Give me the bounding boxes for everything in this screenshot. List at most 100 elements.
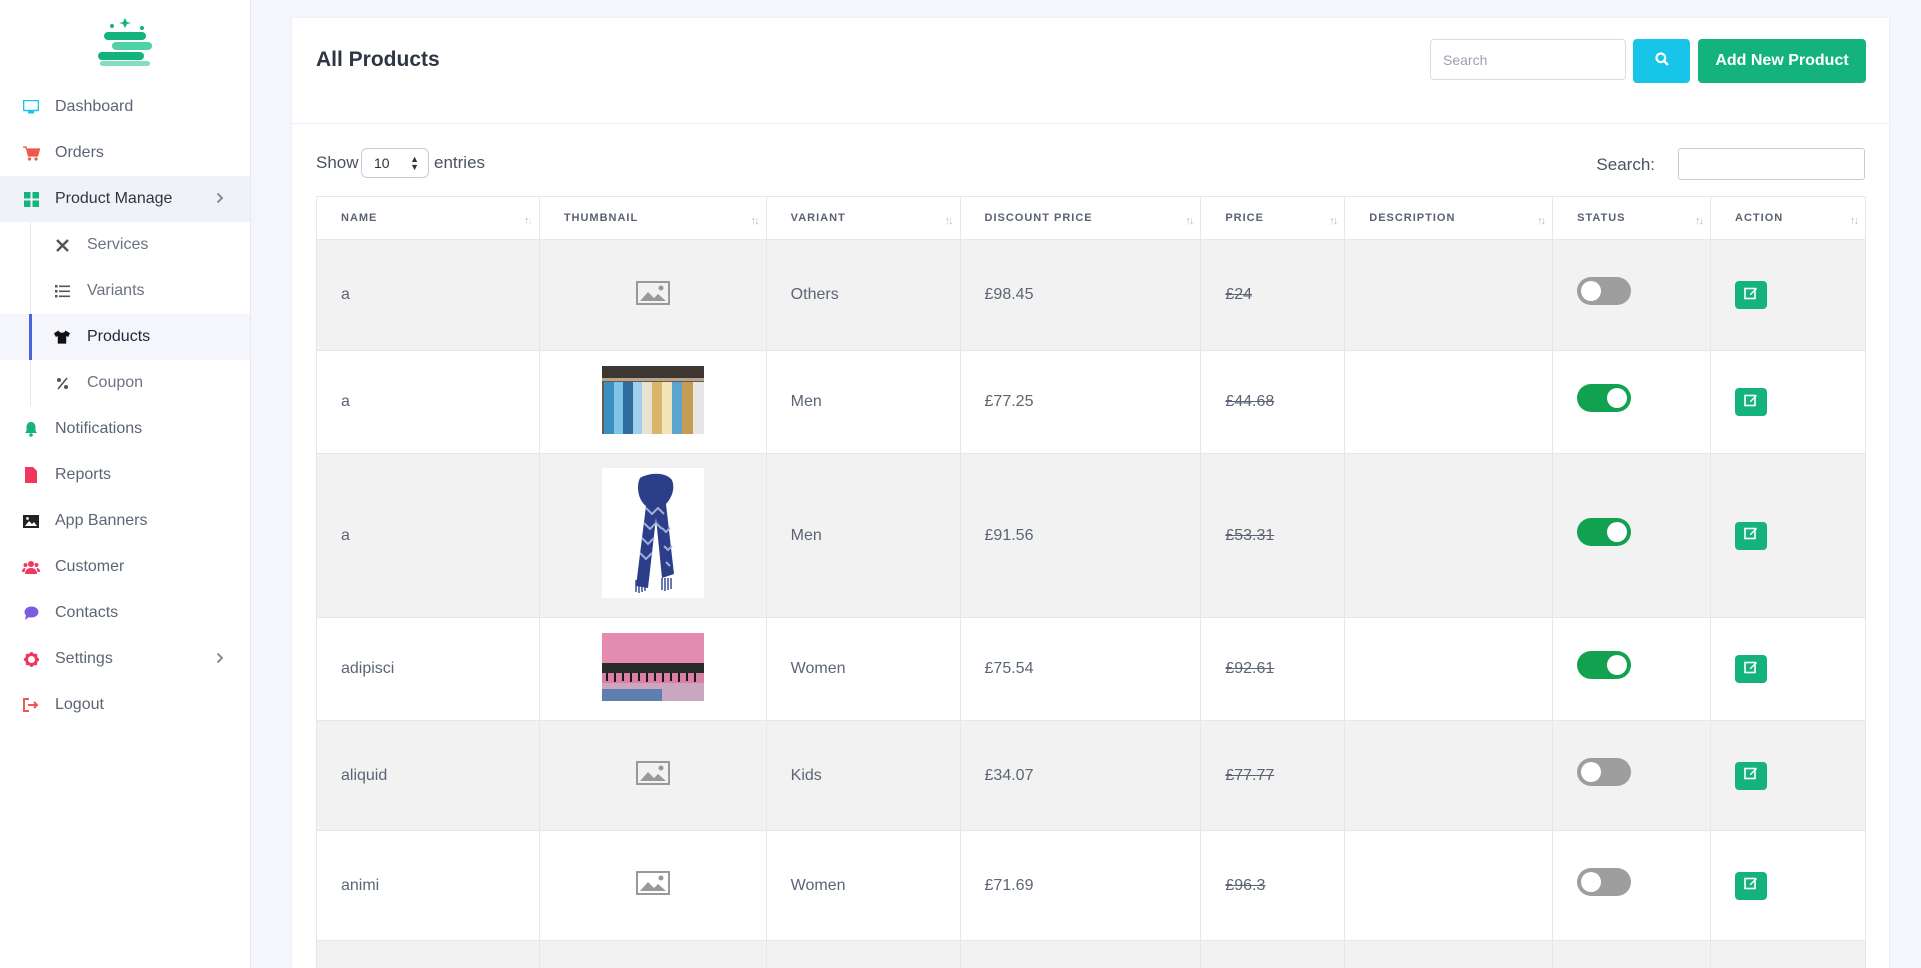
image-icon xyxy=(22,512,40,530)
sidebar-item-label: Settings xyxy=(55,650,113,667)
sort-icon: ↑↓ xyxy=(750,215,760,227)
sidebar-item-label: Orders xyxy=(55,144,104,161)
cell-description xyxy=(1344,617,1554,721)
edit-button[interactable] xyxy=(1735,761,1768,790)
cell-name: animi xyxy=(316,830,540,941)
cell-action xyxy=(1710,720,1866,831)
edit-button[interactable] xyxy=(1735,388,1768,416)
sidebar-item-orders[interactable]: Orders xyxy=(0,130,250,176)
cell-discount-price: £98.45 xyxy=(959,239,1202,351)
sort-icon: ↑↓ xyxy=(1537,215,1546,227)
column-header-discount-price[interactable]: Discount Price ↑↓ xyxy=(959,196,1202,240)
edit-icon xyxy=(1744,660,1758,679)
status-toggle[interactable] xyxy=(1577,517,1632,546)
search-button[interactable] xyxy=(1633,39,1690,83)
cell-action xyxy=(1710,617,1866,721)
sidebar-item-logout[interactable]: Logout xyxy=(0,682,250,728)
cell-price: £77.77 xyxy=(1200,720,1346,831)
sidebar-menu: Dashboard Orders Product Manage Services… xyxy=(0,84,250,728)
sidebar-item-label: Services xyxy=(87,236,149,253)
cart-icon xyxy=(22,144,40,162)
column-header-action[interactable]: Action ↑↓ xyxy=(1710,196,1866,240)
status-toggle[interactable] xyxy=(1577,867,1632,896)
sidebar-item-label: Customer xyxy=(55,558,125,575)
status-toggle[interactable] xyxy=(1577,277,1632,305)
table-row: aliquid Kids £34.07 £77.77 xyxy=(316,720,1866,831)
column-header-description[interactable]: Description ↑↓ xyxy=(1344,196,1554,240)
column-header-name[interactable]: Name ↑↓ xyxy=(316,196,540,240)
column-header-status[interactable]: Status ↑↓ xyxy=(1552,196,1712,240)
table-row xyxy=(316,940,1866,968)
toggle-knob xyxy=(1607,388,1628,408)
sidebar-item-customer[interactable]: Customer xyxy=(0,544,250,590)
column-header-variant[interactable]: Variant ↑↓ xyxy=(765,196,961,240)
brand-logo[interactable] xyxy=(0,0,250,84)
cell-description xyxy=(1344,350,1554,454)
edit-button[interactable] xyxy=(1735,281,1768,309)
cell-variant: Men xyxy=(765,453,961,618)
cell-variant: Men xyxy=(765,350,961,454)
image-placeholder-icon xyxy=(635,280,670,309)
bell-icon xyxy=(22,420,40,438)
cell-price: £96.3 xyxy=(1200,830,1346,941)
column-header-thumbnail[interactable]: Thumbnail ↑↓ xyxy=(538,196,767,240)
table-search-input[interactable] xyxy=(1678,148,1865,180)
sidebar-item-app-banners[interactable]: App Banners xyxy=(0,498,250,544)
cell-variant: Kids xyxy=(765,720,961,831)
cell-discount-price: £71.69 xyxy=(959,830,1202,941)
image-placeholder-icon xyxy=(635,871,670,899)
sidebar: Dashboard Orders Product Manage Services… xyxy=(0,0,251,968)
entries-select[interactable]: 10 ▲ ▼ xyxy=(361,148,429,178)
monitor-icon xyxy=(22,98,40,116)
sidebar-item-label: Reports xyxy=(55,466,112,483)
sidebar-item-coupon[interactable]: Coupon xyxy=(0,360,250,406)
edit-icon xyxy=(1744,766,1758,785)
products-table: Name ↑↓ Thumbnail ↑↓ Variant ↑↓ Discount Pr… xyxy=(316,196,1866,968)
cell-description xyxy=(1344,453,1554,618)
sidebar-item-label: Notifications xyxy=(55,420,143,437)
sidebar-item-variants[interactable]: Variants xyxy=(0,268,250,314)
sidebar-item-settings[interactable]: Settings xyxy=(0,636,250,682)
cell-description xyxy=(1344,239,1554,351)
search-input[interactable] xyxy=(1430,39,1626,80)
cell-price: £24 xyxy=(1200,239,1346,351)
sidebar-item-services[interactable]: Services xyxy=(0,222,250,268)
edit-button[interactable] xyxy=(1735,521,1768,550)
add-new-product-button[interactable]: Add New Product xyxy=(1698,39,1866,83)
sidebar-item-label: Variants xyxy=(87,282,145,299)
status-toggle[interactable] xyxy=(1577,757,1632,786)
cell-thumbnail xyxy=(538,720,767,831)
cell-thumbnail xyxy=(538,350,767,454)
cell-thumbnail xyxy=(538,239,767,351)
sidebar-item-products[interactable]: Products xyxy=(0,314,250,360)
tools-icon xyxy=(54,237,70,253)
table-row: a Men £91.56 £53.31 xyxy=(316,453,1866,618)
edit-button[interactable] xyxy=(1735,655,1768,683)
sort-icon: ↑↓ xyxy=(1695,215,1704,227)
toggle-knob xyxy=(1581,761,1602,782)
column-header-price[interactable]: Price ↑↓ xyxy=(1200,196,1346,240)
sidebar-item-notifications[interactable]: Notifications xyxy=(0,406,250,452)
edit-button[interactable] xyxy=(1735,871,1768,900)
sidebar-item-label: Logout xyxy=(55,696,104,713)
cell-status xyxy=(1552,350,1712,454)
grid-icon xyxy=(22,190,40,208)
sidebar-item-product-manage[interactable]: Product Manage xyxy=(0,176,250,222)
cell-discount-price: £77.25 xyxy=(959,350,1202,454)
sidebar-item-label: Product Manage xyxy=(55,190,173,207)
table-search-label: Search: xyxy=(1596,155,1655,174)
sidebar-item-reports[interactable]: Reports xyxy=(0,452,250,498)
sidebar-item-contacts[interactable]: Contacts xyxy=(0,590,250,636)
status-toggle[interactable] xyxy=(1577,651,1632,679)
cell-action xyxy=(1710,453,1866,618)
chevron-right-icon xyxy=(216,191,224,207)
sidebar-item-dashboard[interactable]: Dashboard xyxy=(0,84,250,130)
sort-icon: ↑↓ xyxy=(1329,215,1338,227)
product-manage-submenu: Services Variants Products Coupon xyxy=(0,222,250,406)
toggle-knob xyxy=(1607,521,1628,542)
cell-price: £53.31 xyxy=(1200,453,1346,618)
edit-icon xyxy=(1744,876,1758,895)
status-toggle[interactable] xyxy=(1577,384,1632,412)
pink-fabric-thumbnail xyxy=(601,632,704,706)
cell-thumbnail xyxy=(538,453,767,618)
